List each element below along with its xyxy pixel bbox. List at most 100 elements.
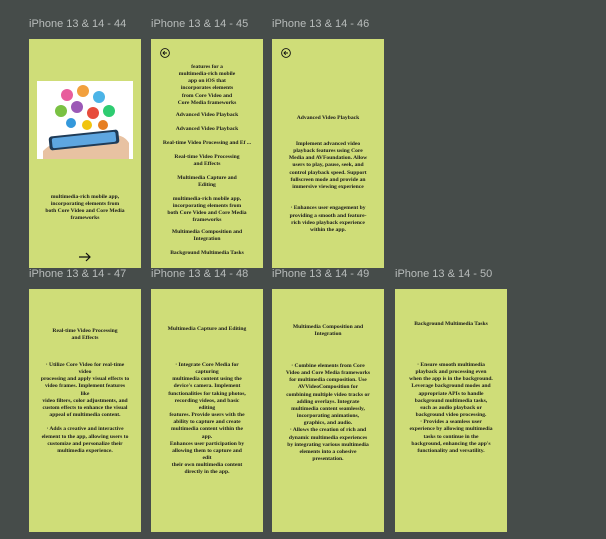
body-line: control playback speed. Support	[289, 169, 367, 176]
menu-item-label: incorporating elements from	[172, 203, 242, 210]
body-line: capturing	[195, 369, 219, 376]
body-line: presentation.	[312, 456, 344, 463]
menu-item-multimedia-composition[interactable]: Multimedia Composition and Integration	[155, 229, 259, 243]
intro-text: features for a multimedia-rich mobile ap…	[155, 64, 259, 107]
menu-item-label: and Effects	[193, 161, 221, 168]
body-line	[33, 419, 137, 426]
body-line: · Combine elements from Core	[291, 363, 365, 369]
body-line: when the app is in the background.	[409, 376, 493, 383]
menu-item-advanced-video-playback-1[interactable]: Advanced Video Playback	[155, 112, 259, 119]
frame-iphone-50[interactable]: Background Multimedia Tasks · Ensure smo…	[395, 289, 507, 532]
frame-iphone-48[interactable]: Multimedia Capture and Editing · Integra…	[151, 289, 263, 532]
menu-item-label: Integration	[193, 236, 221, 243]
body-line: ability to capture and create	[173, 419, 241, 426]
body-line: graphics, and audio.	[303, 420, 353, 427]
body-line: editing	[198, 404, 216, 411]
menu-item-label: multimedia-rich mobile app,	[172, 196, 242, 202]
title-line: Multimedia Capture and Editing	[167, 326, 247, 332]
menu-item-label: Real-time Video Processing	[174, 154, 240, 160]
body-line: fullscreen mode and provide an	[290, 176, 366, 183]
screen-title: Advanced Video Playback	[276, 115, 380, 122]
body-line: adding overlays. Integrate	[296, 398, 360, 405]
body-line: device's camera. Implement	[173, 383, 241, 390]
menu-item-label: Multimedia Composition and	[171, 229, 243, 235]
body-line	[276, 191, 380, 198]
title-line: Integration	[314, 331, 342, 338]
menu-item-label: both Core Video and Core Media	[167, 210, 247, 217]
frame-label-45[interactable]: iPhone 13 & 14 - 45	[151, 18, 248, 30]
arrow-right-icon[interactable]	[78, 252, 92, 262]
back-arrow-circle-icon[interactable]	[281, 48, 291, 58]
body-line: directly in the app.	[184, 469, 230, 476]
frame-iphone-47[interactable]: Real-time Video Processing and Effects ·…	[29, 289, 141, 532]
body-line: users to play, pause, seek, and	[292, 162, 364, 169]
body-line: edit	[202, 455, 212, 462]
phone-apps-illustration	[37, 81, 133, 159]
frame-label-46[interactable]: iPhone 13 & 14 - 46	[272, 18, 369, 30]
body-line: functionalities for taking photos,	[168, 390, 246, 397]
menu-item-advanced-video-playback-2[interactable]: Advanced Video Playback	[155, 126, 259, 133]
body-line: immersive viewing experience	[292, 183, 364, 190]
body-line: · Adds a creative and interactive	[46, 426, 124, 433]
intro-line: both Core Video and Core Media	[45, 208, 125, 215]
body-line: appropriate APIs to handle	[418, 390, 484, 397]
body-line: within the app.	[310, 226, 346, 233]
intro-line: Core Media frameworks	[177, 99, 237, 106]
body-line: · Utilize Core Video for real-time	[45, 362, 125, 368]
body-line: such as audio playback or	[420, 404, 482, 411]
frame-label-49[interactable]: iPhone 13 & 14 - 49	[272, 268, 369, 280]
body-line: video filters, color adjustments, and	[42, 397, 128, 404]
intro-line: multimedia-rich mobile	[178, 71, 236, 78]
body-line	[276, 198, 380, 205]
menu-item-multimedia-rich-app[interactable]: multimedia-rich mobile app, incorporatin…	[155, 196, 259, 225]
title-line: and Effects	[71, 335, 99, 342]
body-line: multimedia content seamlessly,	[291, 405, 365, 412]
intro-text: multimedia-rich mobile app, incorporatin…	[33, 194, 137, 223]
frame-iphone-45[interactable]: features for a multimedia-rich mobile ap…	[151, 39, 263, 268]
menu-item-label: Multimedia Capture and	[177, 175, 237, 181]
body-line: · Provides a seamless user	[420, 419, 482, 426]
screen-body: · Combine elements from Core Video and C…	[276, 363, 380, 463]
body-line: Media and AVFoundation. Allow	[288, 155, 368, 162]
screen-title: Multimedia Composition and Integration	[276, 324, 380, 338]
body-line: background, enhancing the app's	[411, 440, 491, 447]
body-line: features. Provide users with the	[169, 412, 245, 419]
screen-body: Implement advanced video playback featur…	[276, 141, 380, 234]
body-line: allowing them to capture and	[172, 447, 242, 454]
menu-item-multimedia-capture[interactable]: Multimedia Capture and Editing	[155, 175, 259, 189]
frame-iphone-49[interactable]: Multimedia Composition and Integration ·…	[272, 289, 384, 532]
frame-iphone-46[interactable]: Advanced Video Playback Implement advanc…	[272, 39, 384, 268]
body-line: element to the app, allowing users to	[41, 433, 129, 440]
back-arrow-circle-icon[interactable]	[160, 48, 170, 58]
screen-title: Background Multimedia Tasks	[399, 321, 503, 328]
screen-body: · Integrate Core Media for capturing mul…	[155, 362, 259, 477]
title-line: Multimedia Composition and	[292, 324, 364, 330]
body-line: rich video playback experience	[291, 219, 365, 226]
body-line: experience by allowing multimedia	[409, 426, 493, 433]
body-line: processing and apply visual effects to	[40, 376, 130, 383]
body-line: · Ensure smooth multimedia	[417, 362, 485, 368]
frame-label-47[interactable]: iPhone 13 & 14 - 47	[29, 268, 126, 280]
body-line: customize and personalize their	[47, 440, 123, 447]
body-line: background multimedia tasks,	[414, 397, 488, 404]
menu-item-label: Real-time Video Processing and Ef ...	[162, 140, 252, 146]
body-line: · Enhances user engagement by	[290, 205, 366, 212]
body-line: app.	[201, 433, 213, 440]
title-line: Background Multimedia Tasks	[414, 321, 488, 327]
menu-item-realtime-truncated[interactable]: Real-time Video Processing and Ef ...	[155, 140, 259, 147]
body-line: Leverage background modes and	[411, 383, 491, 390]
body-line: providing a smooth and feature-	[289, 212, 367, 219]
frame-label-50[interactable]: iPhone 13 & 14 - 50	[395, 268, 492, 280]
frame-label-48[interactable]: iPhone 13 & 14 - 48	[151, 268, 248, 280]
body-line: multimedia content within the	[171, 426, 243, 433]
menu-item-realtime-video-processing[interactable]: Real-time Video Processing and Effects	[155, 154, 259, 168]
body-line: Enhances user participation by	[169, 440, 245, 447]
menu-item-label: Advanced Video Playback	[175, 126, 239, 132]
frame-iphone-44[interactable]: multimedia-rich mobile app, incorporatin…	[29, 39, 141, 268]
frame-label-44[interactable]: iPhone 13 & 14 - 44	[29, 18, 126, 30]
intro-line: from Core Video and	[181, 92, 233, 99]
body-line: multimedia content using the	[172, 376, 242, 383]
body-line: recording videos, and basic	[174, 397, 240, 404]
body-line: by integrating various multimedia	[287, 441, 369, 448]
menu-item-background-tasks[interactable]: Background Multimedia Tasks	[155, 250, 259, 257]
